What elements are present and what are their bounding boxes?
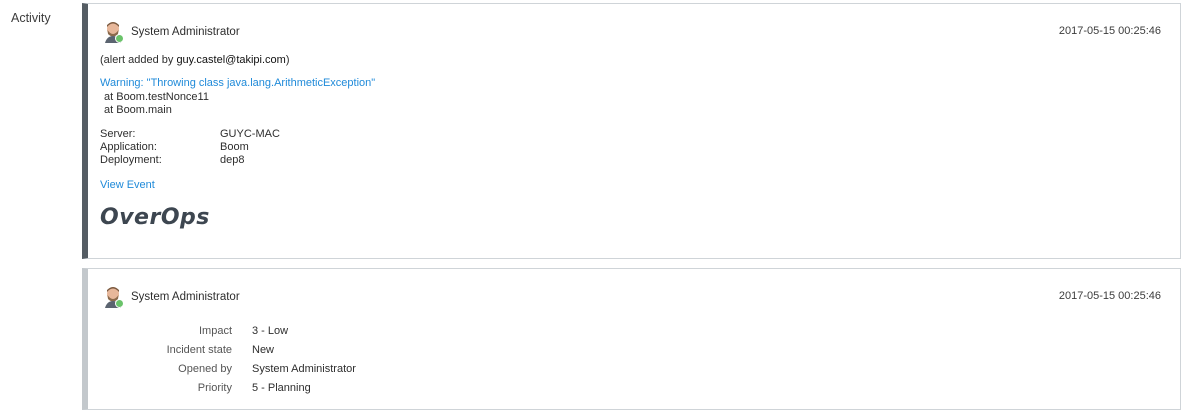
stack-line: at Boom.testNonce11 <box>104 91 209 103</box>
overops-logo-icon: OverOps <box>100 205 210 230</box>
field-label: Incident state <box>166 343 232 356</box>
activity-entry-field-changes: System Administrator 2017-05-15 00:25:46… <box>82 268 1181 410</box>
field-changes: Impact 3 - Low Incident state New Opened… <box>88 321 488 397</box>
alert-user: guy.castel@takipi.com <box>176 54 286 66</box>
timestamp: 2017-05-15 00:25:46 <box>1058 25 1161 37</box>
activity-entry-alert: System Administrator 2017-05-15 00:25:46… <box>82 3 1181 259</box>
timestamp: 2017-05-15 00:25:46 <box>1058 290 1161 302</box>
view-event-link[interactable]: View Event <box>100 179 155 191</box>
field-value: 3 - Low <box>252 324 289 337</box>
field-value: 5 - Planning <box>252 381 311 394</box>
detail-value: GUYC-MAC <box>220 128 280 140</box>
alert-prefix: (alert added by <box>100 54 177 66</box>
field-row-incident-state: Incident state New <box>88 340 488 359</box>
event-details: Server: GUYC-MAC Application: Boom Deplo… <box>100 128 280 167</box>
stack-line: at Boom.main <box>104 104 172 116</box>
entry-header: System Administrator <box>103 19 240 45</box>
field-row-priority: Priority 5 - Planning <box>88 378 488 397</box>
author-name[interactable]: System Administrator <box>131 291 240 303</box>
online-status-icon <box>115 34 124 43</box>
activity-label: Activity <box>11 11 51 25</box>
warning-link[interactable]: Warning: "Throwing class java.lang.Arith… <box>100 77 375 90</box>
overops-logo: OverOps <box>100 202 220 235</box>
field-label: Priority <box>197 381 232 394</box>
detail-value: dep8 <box>220 154 245 166</box>
field-value: System Administrator <box>252 362 356 375</box>
detail-key: Application: <box>100 141 157 153</box>
field-label: Opened by <box>178 362 232 375</box>
detail-row-deployment: Deployment: dep8 <box>100 154 280 167</box>
alert-suffix: ) <box>285 54 290 66</box>
detail-row-server: Server: GUYC-MAC <box>100 128 280 141</box>
detail-row-application: Application: Boom <box>100 141 280 154</box>
alert-added-line: (alert added by guy.castel@takipi.com) <box>100 54 290 67</box>
stack-trace: at Boom.testNonce11 at Boom.main <box>104 91 209 117</box>
online-status-icon <box>115 299 124 308</box>
detail-key: Server: <box>100 128 136 140</box>
field-row-opened-by: Opened by System Administrator <box>88 359 488 378</box>
field-value: New <box>252 343 275 356</box>
avatar[interactable] <box>103 286 124 308</box>
entry-header: System Administrator <box>103 284 240 310</box>
field-row-impact: Impact 3 - Low <box>88 321 488 340</box>
svg-text:OverOps: OverOps <box>100 205 210 230</box>
detail-value: Boom <box>220 141 249 153</box>
field-label: Impact <box>198 324 232 337</box>
author-name[interactable]: System Administrator <box>131 26 240 38</box>
avatar[interactable] <box>103 21 124 43</box>
detail-key: Deployment: <box>100 154 162 166</box>
